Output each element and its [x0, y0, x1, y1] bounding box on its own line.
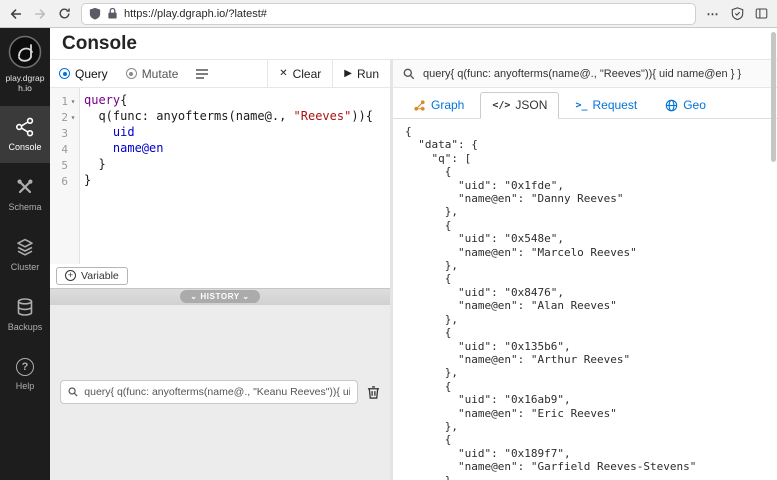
sidebar-item-label: Schema — [8, 202, 41, 212]
shield-check-icon — [731, 7, 744, 20]
tab-query-label: Query — [75, 67, 108, 81]
sidebar-item-label: Backups — [8, 322, 43, 332]
graph-icon — [413, 99, 426, 112]
history-row: query{ q(func: anyofterms(name@., "Keanu… — [50, 305, 390, 480]
clear-icon: ✕ — [279, 68, 287, 79]
editor-options-button[interactable] — [187, 60, 217, 87]
sidebar-toggle-button[interactable] — [750, 4, 772, 24]
backups-database-icon — [15, 297, 35, 317]
sidebar-item-help[interactable]: ? Help — [0, 346, 50, 403]
result-query-text: query{ q(func: anyofterms(name@., "Reeve… — [423, 68, 741, 80]
terminal-icon: >_ — [575, 100, 587, 111]
sidebar-item-label: Console — [8, 142, 41, 152]
trash-icon — [367, 385, 380, 400]
back-button[interactable] — [5, 4, 27, 24]
page-title: Console — [50, 28, 777, 59]
result-tabs: Graph </> JSON >_ Request Geo — [393, 88, 777, 119]
clear-label: Clear — [293, 67, 322, 81]
back-icon — [9, 7, 23, 21]
variable-row: + Variable — [50, 264, 390, 288]
sidebar-item-backups[interactable]: Backups — [0, 286, 50, 343]
reload-icon — [58, 7, 71, 20]
hamburger-icon — [195, 68, 209, 80]
forward-icon — [33, 7, 47, 21]
run-button[interactable]: ▶ Run — [332, 60, 390, 87]
brand-text: play.dgraph.io — [2, 73, 48, 93]
url-bar[interactable]: https://play.dgraph.io/?latest# — [82, 4, 695, 24]
schema-tools-icon — [15, 177, 35, 197]
sidebar-item-label: Cluster — [11, 262, 40, 272]
tab-graph-label: Graph — [431, 98, 464, 112]
tab-geo-label: Geo — [683, 98, 706, 112]
console-icon — [15, 117, 35, 137]
tab-graph[interactable]: Graph — [401, 92, 476, 119]
sidebar-toggle-icon — [755, 7, 768, 20]
sidebar-item-label: Help — [16, 381, 35, 391]
history-query-text: query{ q(func: anyofterms(name@., "Keanu… — [84, 386, 350, 398]
search-icon — [403, 68, 415, 80]
result-panel: query{ q(func: anyofterms(name@., "Reeve… — [393, 59, 777, 480]
delete-history-button[interactable] — [367, 385, 380, 400]
sidebar-item-schema[interactable]: Schema — [0, 166, 50, 223]
code-icon: </> — [492, 100, 510, 111]
tab-query[interactable]: Query — [50, 60, 117, 87]
query-toolbar: Query Mutate ✕ Clear ▶ Run — [50, 59, 390, 88]
shield-check-button[interactable] — [726, 4, 748, 24]
main-content: Console Query Mutate ✕ Clear — [50, 28, 777, 480]
forward-button[interactable] — [29, 4, 51, 24]
lock-icon[interactable] — [107, 7, 118, 20]
variable-label: Variable — [81, 270, 119, 282]
tracking-shield-icon[interactable] — [89, 7, 101, 20]
tab-json[interactable]: </> JSON — [480, 92, 559, 119]
query-panel: Query Mutate ✕ Clear ▶ Run — [50, 59, 393, 480]
help-icon: ? — [16, 358, 34, 376]
dgraph-logo-icon[interactable] — [8, 35, 42, 69]
tab-geo[interactable]: Geo — [653, 92, 718, 119]
cluster-layers-icon — [15, 237, 35, 257]
app-sidebar: play.dgraph.io Console Schema Cluster Ba… — [0, 28, 50, 480]
plus-circle-icon: + — [65, 270, 76, 281]
add-variable-button[interactable]: + Variable — [56, 267, 128, 285]
panels: Query Mutate ✕ Clear ▶ Run — [50, 59, 777, 480]
browser-chrome: https://play.dgraph.io/?latest# ⋯ — [0, 0, 777, 28]
run-label: Run — [357, 67, 379, 81]
url-text: https://play.dgraph.io/?latest# — [124, 8, 688, 20]
json-output[interactable]: { "data": { "q": [ { "uid": "0x1fde", "n… — [393, 119, 777, 480]
reload-button[interactable] — [53, 4, 75, 24]
history-toggle[interactable]: ⌄ HISTORY ⌄ — [180, 290, 259, 303]
history-search-input[interactable]: query{ q(func: anyofterms(name@., "Keanu… — [60, 380, 358, 404]
tab-request[interactable]: >_ Request — [563, 92, 649, 119]
search-icon — [68, 386, 78, 398]
page-scrollbar[interactable] — [771, 32, 776, 162]
tab-mutate[interactable]: Mutate — [117, 60, 188, 87]
globe-icon — [665, 99, 678, 112]
clear-button[interactable]: ✕ Clear — [267, 60, 332, 87]
history-header: ⌄ HISTORY ⌄ — [50, 288, 390, 305]
sidebar-item-cluster[interactable]: Cluster — [0, 226, 50, 283]
tab-request-label: Request — [592, 98, 637, 112]
editor-code[interactable]: query{ q(func: anyofterms(name@., "Reeve… — [80, 88, 390, 264]
editor-gutter: 1▾2▾3456 — [50, 88, 80, 264]
query-bullseye-icon — [59, 68, 70, 79]
toolbar-spacer — [217, 60, 267, 87]
mutate-bullseye-icon — [126, 68, 137, 79]
sidebar-item-console[interactable]: Console — [0, 106, 50, 163]
tab-mutate-label: Mutate — [142, 67, 179, 81]
result-query-bar[interactable]: query{ q(func: anyofterms(name@., "Reeve… — [393, 59, 777, 88]
run-play-icon: ▶ — [344, 68, 352, 79]
query-editor[interactable]: 1▾2▾3456 query{ q(func: anyofterms(name@… — [50, 88, 390, 264]
page-actions-button[interactable]: ⋯ — [702, 4, 724, 24]
tab-json-label: JSON — [515, 98, 547, 112]
